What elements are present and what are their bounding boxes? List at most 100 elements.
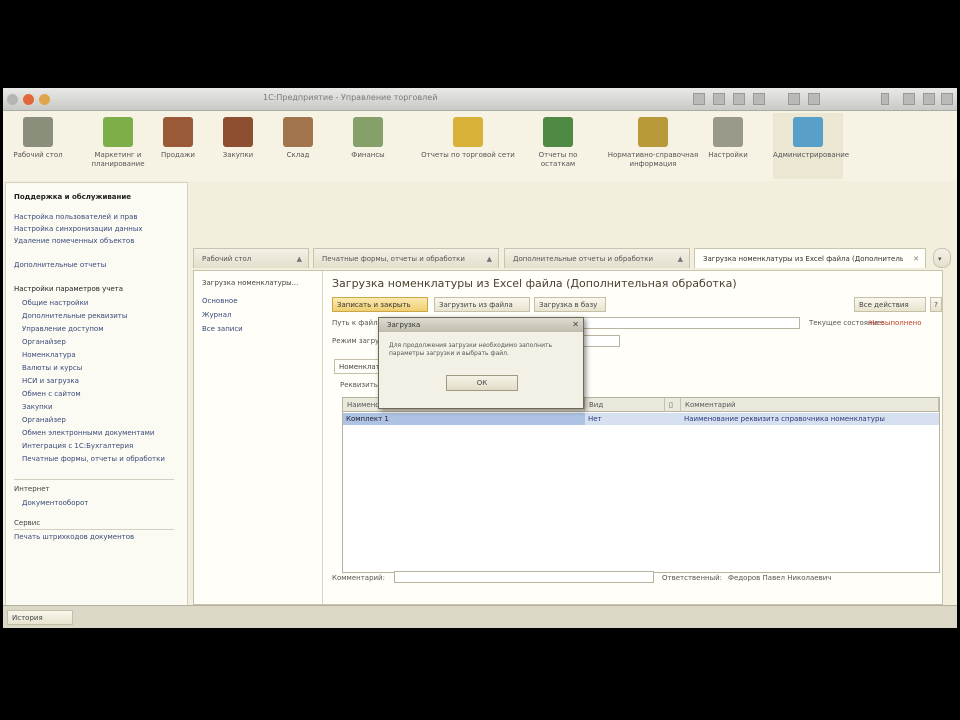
column-header[interactable]: Вид [585, 398, 665, 412]
tabs-menu-button[interactable]: ▾ [933, 248, 951, 268]
tab-additional-reports[interactable]: Дополнительные отчеты и обработки ▲ [504, 248, 690, 268]
section-icon [638, 117, 668, 147]
nav-link-docflow[interactable]: Документооборот [22, 499, 88, 507]
column-header[interactable]: ▯ [665, 398, 681, 412]
nav-link-setting[interactable]: Печатные формы, отчеты и обработки [22, 455, 165, 463]
history-button[interactable]: История [7, 610, 73, 625]
dialog-title: Загрузка [379, 318, 583, 332]
history-icon[interactable] [713, 93, 725, 105]
nav-link-setting[interactable]: Органайзер [22, 416, 66, 424]
section-label: Отчеты по остаткам [538, 151, 578, 168]
nav-link-setting[interactable]: Дополнительные реквизиты [22, 312, 127, 320]
form-nav-all[interactable]: Все записи [202, 325, 243, 333]
nav-link-reports[interactable]: Дополнительные отчеты [14, 261, 106, 269]
calendar-icon[interactable] [733, 93, 745, 105]
load-from-file-button[interactable]: Загрузить из файла [434, 297, 530, 312]
table-cell[interactable]: Наименование реквизита справочника номен… [681, 413, 939, 425]
all-actions-button[interactable]: Все действия [854, 297, 926, 312]
tab-label: Печатные формы, отчеты и обработки [322, 255, 465, 263]
tab-bar: Рабочий стол ▲ Печатные формы, отчеты и о… [193, 248, 955, 270]
tab-label: Рабочий стол [202, 255, 252, 263]
section-button-7[interactable]: Отчеты по остаткам [523, 117, 593, 169]
section-icon [163, 117, 193, 147]
nav-link-setting[interactable]: Обмен электронными документами [22, 429, 154, 437]
ok-button[interactable]: ОК [446, 375, 518, 391]
section-icon [543, 117, 573, 147]
tab-import-excel[interactable]: Загрузка номенклатуры из Excel файла (До… [694, 248, 926, 268]
form-nav-journal[interactable]: Журнал [202, 311, 231, 319]
section-button-6[interactable]: Отчеты по торговой сети [418, 117, 518, 160]
calculator-icon[interactable] [753, 93, 765, 105]
section-label: Рабочий стол [13, 151, 63, 159]
help-icon[interactable]: ? [930, 297, 942, 312]
tab-desktop[interactable]: Рабочий стол ▲ [193, 248, 309, 268]
window-title: 1С:Предприятие - Управление торговлей [263, 93, 438, 102]
file-path-label: Путь к файлу: [332, 319, 385, 327]
section-icon [793, 117, 823, 147]
form-nav-main[interactable]: Основное [202, 297, 238, 305]
nav-link-setting[interactable]: Валюты и курсы [22, 364, 82, 372]
attributes-table: Наименование Вид ▯ Комментарий Комплект … [342, 397, 940, 573]
restore-icon[interactable] [903, 93, 915, 105]
nav-link-sync[interactable]: Настройка синхронизации данных [14, 225, 143, 233]
table-row[interactable]: Комплект 1 Нет Наименование реквизита сп… [343, 413, 939, 425]
section-button-8[interactable]: Нормативно-справочная информация [603, 117, 703, 169]
section-icon [283, 117, 313, 147]
responsible-value[interactable]: Федоров Павел Николаевич [728, 574, 831, 582]
tab-label: Загрузка номенклатуры из Excel файла (До… [703, 255, 903, 263]
form-navigation: Загрузка номенклатуры... Основное Журнал… [194, 271, 323, 604]
section-label: Финансы [351, 151, 385, 159]
close-tab-icon[interactable]: ▲ [487, 249, 492, 268]
nav-link-setting[interactable]: Органайзер [22, 338, 66, 346]
nav-link-delete[interactable]: Удаление помеченных объектов [14, 237, 134, 245]
section-button-0[interactable]: Рабочий стол [3, 117, 73, 160]
close-icon[interactable] [23, 94, 34, 105]
close-tab-icon[interactable]: ✕ [913, 249, 919, 268]
section-button-10[interactable]: Администрирование [773, 113, 850, 179]
minimize-icon[interactable] [39, 94, 50, 105]
table-cell[interactable]: Нет [585, 413, 681, 425]
close-tab-icon[interactable]: ▲ [678, 249, 683, 268]
nav-link-setting[interactable]: НСИ и загрузка [22, 377, 79, 385]
nav-link-setting[interactable]: Общие настройки [22, 299, 88, 307]
favorites-icon[interactable] [693, 93, 705, 105]
nav-link-setting[interactable]: Закупки [22, 403, 53, 411]
section-icon [103, 117, 133, 147]
dialog-message: Для продолжения загрузки необходимо запо… [389, 342, 553, 357]
tab-label: Дополнительные отчеты и обработки [513, 255, 654, 263]
nav-link-setting[interactable]: Управление доступом [22, 325, 103, 333]
section-label: Отчеты по торговой сети [421, 151, 515, 159]
section-support-title: Поддержка и обслуживание [14, 193, 132, 201]
load-to-base-button[interactable]: Загрузка в базу [534, 297, 606, 312]
maximize-icon[interactable] [923, 93, 935, 105]
section-service-title: Сервис [14, 519, 41, 527]
copy-icon[interactable] [788, 93, 800, 105]
responsible-label: Ответственный: [662, 574, 723, 582]
dialog-close-icon[interactable]: ✕ [572, 320, 579, 329]
window-close-icon[interactable] [941, 93, 953, 105]
close-tab-icon[interactable]: ▲ [297, 249, 302, 268]
app-menu-icon[interactable] [7, 94, 18, 105]
write-close-button[interactable]: Записать и закрыть [332, 297, 428, 312]
paste-icon[interactable] [808, 93, 820, 105]
form-title: Загрузка номенклатуры из Excel файла (До… [332, 277, 737, 290]
comment-input[interactable] [394, 571, 654, 583]
section-icon [713, 117, 743, 147]
form-nav-title: Загрузка номенклатуры... [202, 279, 299, 287]
nav-link-users[interactable]: Настройка пользователей и прав [14, 213, 138, 221]
section-icon [453, 117, 483, 147]
section-button-9[interactable]: Настройки [693, 117, 763, 160]
tab-print-forms[interactable]: Печатные формы, отчеты и обработки ▲ [313, 248, 499, 268]
section-button-5[interactable]: Финансы [333, 117, 403, 160]
section-label: Администрирование [773, 151, 850, 159]
nav-link-setting[interactable]: Номенклатура [22, 351, 76, 359]
section-settings-title: Настройки параметров учета [14, 285, 124, 293]
separator [14, 529, 174, 530]
nav-link-setting[interactable]: Интеграция с 1С:Бухгалтерия [22, 442, 133, 450]
nav-link-setting[interactable]: Обмен с сайтом [22, 390, 81, 398]
nav-link-barcodes[interactable]: Печать штрихкодов документов [14, 533, 134, 541]
section-button-4[interactable]: Склад [263, 117, 333, 160]
info-icon[interactable] [881, 93, 889, 105]
column-header[interactable]: Комментарий [681, 398, 939, 412]
table-cell[interactable]: Комплект 1 [343, 413, 585, 425]
